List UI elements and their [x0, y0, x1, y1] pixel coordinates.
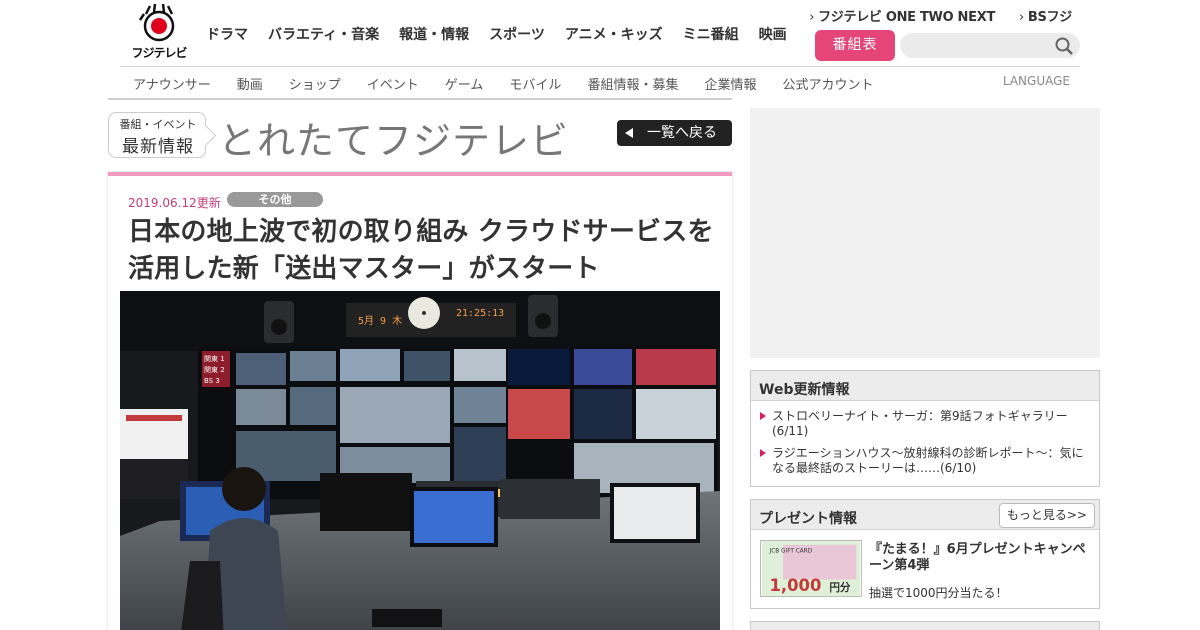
nav-mini-programs[interactable]: ミニ番組	[683, 24, 739, 44]
sub-nav: アナウンサー 動画 ショップ イベント ゲーム モバイル 番組情報・募集 企業情…	[120, 74, 886, 93]
subnav-game[interactable]: ゲーム	[445, 74, 484, 93]
subnav-video[interactable]: 動画	[237, 74, 263, 93]
present-info-box: プレゼント情報 もっと見る>> JCB GIFT CARD 1,000 円分 『…	[750, 499, 1100, 609]
article-date: 2019.06.12更新	[128, 196, 221, 210]
photo-monitor-label-2: 関東 2	[204, 365, 225, 374]
nav-sports[interactable]: スポーツ	[489, 24, 545, 44]
subnav-shop[interactable]: ショップ	[289, 74, 341, 93]
article-headline: 日本の地上波で初の取り組み クラウドサービスを活用した新「送出マスター」がスター…	[128, 217, 714, 284]
subnav-announcer[interactable]: アナウンサー	[133, 74, 211, 93]
gift-card-value: 1,000	[770, 576, 822, 595]
web-update-item[interactable]: ラジエーションハウス～放射線科の診断レポート～：気になる最終話のストーリーは………	[759, 446, 1087, 476]
article-card: 2019.06.12更新 その他 日本の地上波で初の取り組み クラウドサービスを…	[108, 172, 732, 630]
section-badge: 番組・イベント 最新情報	[108, 112, 206, 158]
back-to-list-label: 一覧へ戻る	[647, 125, 717, 141]
category-badge: その他	[227, 192, 323, 207]
link-one-two-next[interactable]: フジテレビ ONE TWO NEXT	[809, 6, 995, 25]
subnav-event[interactable]: イベント	[367, 74, 419, 93]
logo-text: フジテレビ	[131, 46, 187, 60]
photo-clock-date: 5月 9 木	[358, 315, 402, 327]
next-sidebar-box	[750, 621, 1100, 630]
search-input[interactable]	[900, 33, 1050, 58]
present-item-title[interactable]: 『たまる！』6月プレゼントキャンペーン第4弾	[869, 542, 1094, 574]
article-photo: 5月 9 木 21:25:13 関東 1 関東 2 BS 3	[120, 291, 720, 630]
nav-variety-music[interactable]: バラエティ・音楽	[268, 24, 379, 44]
web-updates-box: Web更新情報 ストロベリーナイト・サーガ：第9話フォトギャラリー(6/11) …	[750, 370, 1100, 487]
fujitv-eye-icon	[138, 3, 175, 42]
nav-movies[interactable]: 映画	[759, 24, 787, 44]
web-updates-title: Web更新情報	[759, 382, 850, 398]
top-links: フジテレビ ONE TWO NEXT BSフジ	[785, 6, 1072, 25]
photo-monitor-label-1: 関東 1	[204, 354, 225, 363]
present-more-button[interactable]: もっと見る>>	[998, 503, 1095, 528]
present-item-desc: 抽選で1000円分当たる！	[869, 586, 1008, 600]
search-bar	[900, 33, 1080, 58]
nav-anime-kids[interactable]: アニメ・キッズ	[565, 24, 663, 44]
web-update-item[interactable]: ストロベリーナイト・サーガ：第9話フォトギャラリー(6/11)	[759, 409, 1087, 439]
subnav-mobile[interactable]: モバイル	[509, 74, 561, 93]
program-guide-button[interactable]: 番組表	[815, 30, 895, 61]
ad-banner-placeholder	[750, 108, 1100, 358]
fujitv-logo[interactable]: フジテレビ	[128, 3, 190, 62]
main-nav: ドラマ バラエティ・音楽 報道・情報 スポーツ アニメ・キッズ ミニ番組 映画	[196, 24, 797, 44]
subnav-official-accounts[interactable]: 公式アカウント	[782, 74, 873, 93]
subnav-corporate[interactable]: 企業情報	[704, 74, 756, 93]
web-updates-list: ストロベリーナイト・サーガ：第9話フォトギャラリー(6/11) ラジエーションハ…	[751, 401, 1099, 476]
nav-news-info[interactable]: 報道・情報	[399, 24, 469, 44]
back-arrow-icon	[625, 128, 633, 138]
subnav-program-info[interactable]: 番組情報・募集	[587, 74, 678, 93]
section-divider	[108, 98, 732, 100]
gift-card-image[interactable]: JCB GIFT CARD 1,000 円分	[760, 540, 862, 597]
page: フジテレビ ドラマ バラエティ・音楽 報道・情報 スポーツ アニメ・キッズ ミニ…	[0, 0, 1200, 630]
link-bs-fuji[interactable]: BSフジ	[1019, 6, 1072, 25]
gift-card-unit: 円分	[829, 581, 851, 594]
back-to-list-button[interactable]: 一覧へ戻る	[617, 120, 732, 146]
badge-subtitle: 番組・イベント	[119, 118, 197, 131]
photo-clock-time: 21:25:13	[456, 308, 504, 319]
badge-title: 最新情報	[122, 137, 194, 157]
language-link[interactable]: LANGUAGE	[1003, 74, 1070, 88]
present-info-title: プレゼント情報	[759, 511, 857, 527]
present-info-header: プレゼント情報 もっと見る>>	[751, 500, 1099, 530]
nav-drama[interactable]: ドラマ	[206, 24, 248, 44]
search-icon[interactable]	[1054, 36, 1074, 56]
header-divider	[120, 66, 1080, 67]
page-title: とれたてフジテレビ	[218, 119, 570, 163]
gift-card-brand: JCB GIFT CARD	[769, 549, 813, 555]
photo-monitor-label-3: BS 3	[204, 377, 220, 385]
web-updates-header: Web更新情報	[751, 371, 1099, 401]
